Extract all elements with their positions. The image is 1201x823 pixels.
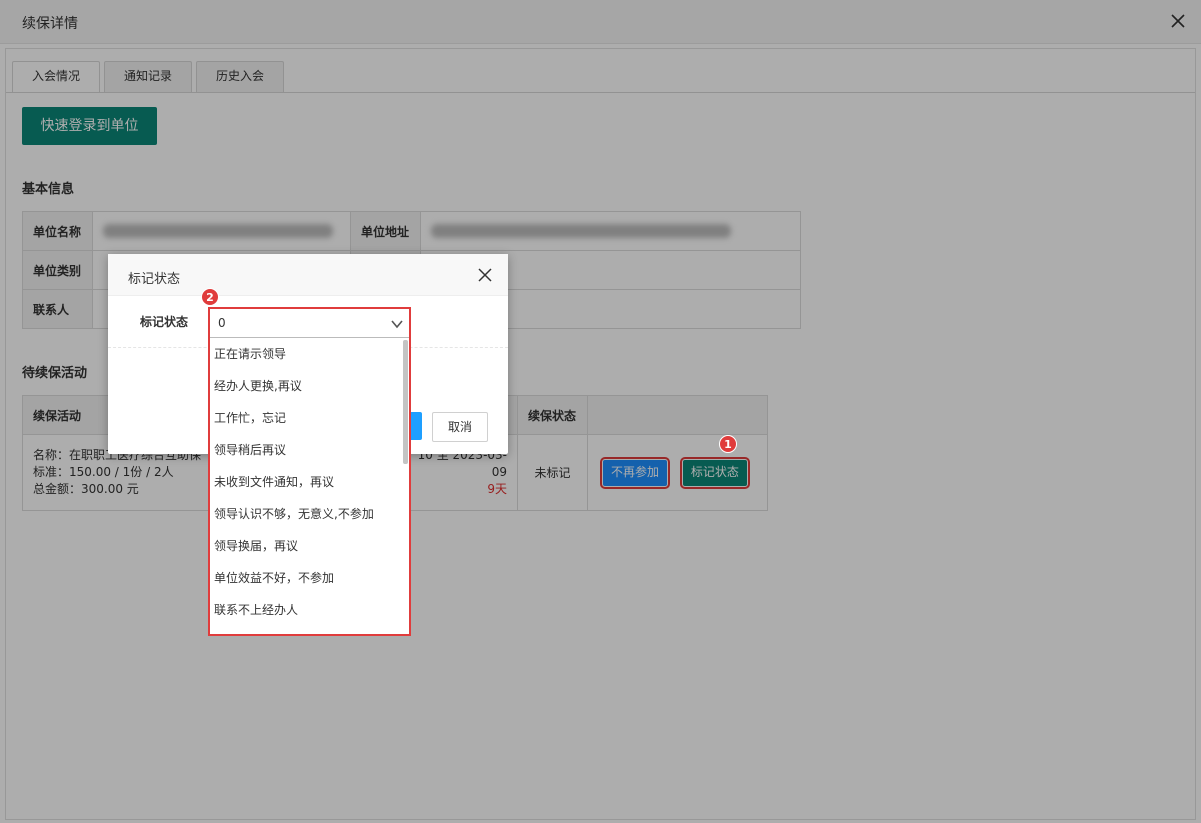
dropdown-option[interactable]: 经办人更换,再议 xyxy=(210,370,410,402)
status-field-label: 标记状态 xyxy=(140,315,189,329)
chevron-down-icon xyxy=(391,320,403,329)
dropdown-scrollbar[interactable] xyxy=(403,340,408,464)
dropdown-option[interactable]: 领导稍后再议 xyxy=(210,434,410,466)
dialog-title: 标记状态 xyxy=(128,272,181,287)
dialog-header: 标记状态 xyxy=(108,254,508,296)
dropdown-option[interactable]: 正在请示领导 xyxy=(210,338,410,370)
status-select[interactable]: 0 xyxy=(209,308,411,338)
annotation-badge-2: 2 xyxy=(201,288,219,306)
close-icon[interactable] xyxy=(478,268,492,282)
dropdown-option[interactable]: 工作忙，忘记 xyxy=(210,402,410,434)
dropdown-option[interactable]: 未收到文件通知，再议 xyxy=(210,466,410,498)
status-dropdown-list: 正在请示领导 经办人更换,再议 工作忙，忘记 领导稍后再议 未收到文件通知，再议… xyxy=(209,338,411,635)
dropdown-option[interactable]: 领导认识不够，无意义,不参加 xyxy=(210,498,410,530)
annotation-badge-1: 1 xyxy=(719,435,737,453)
cancel-button[interactable]: 取消 xyxy=(432,412,488,442)
dropdown-option[interactable]: 联系不上经办人 xyxy=(210,594,410,626)
status-select-value: 0 xyxy=(218,316,226,330)
dropdown-option[interactable]: 单位效益不好，不参加 xyxy=(210,562,410,594)
dropdown-option[interactable]: 领导换届，再议 xyxy=(210,530,410,562)
